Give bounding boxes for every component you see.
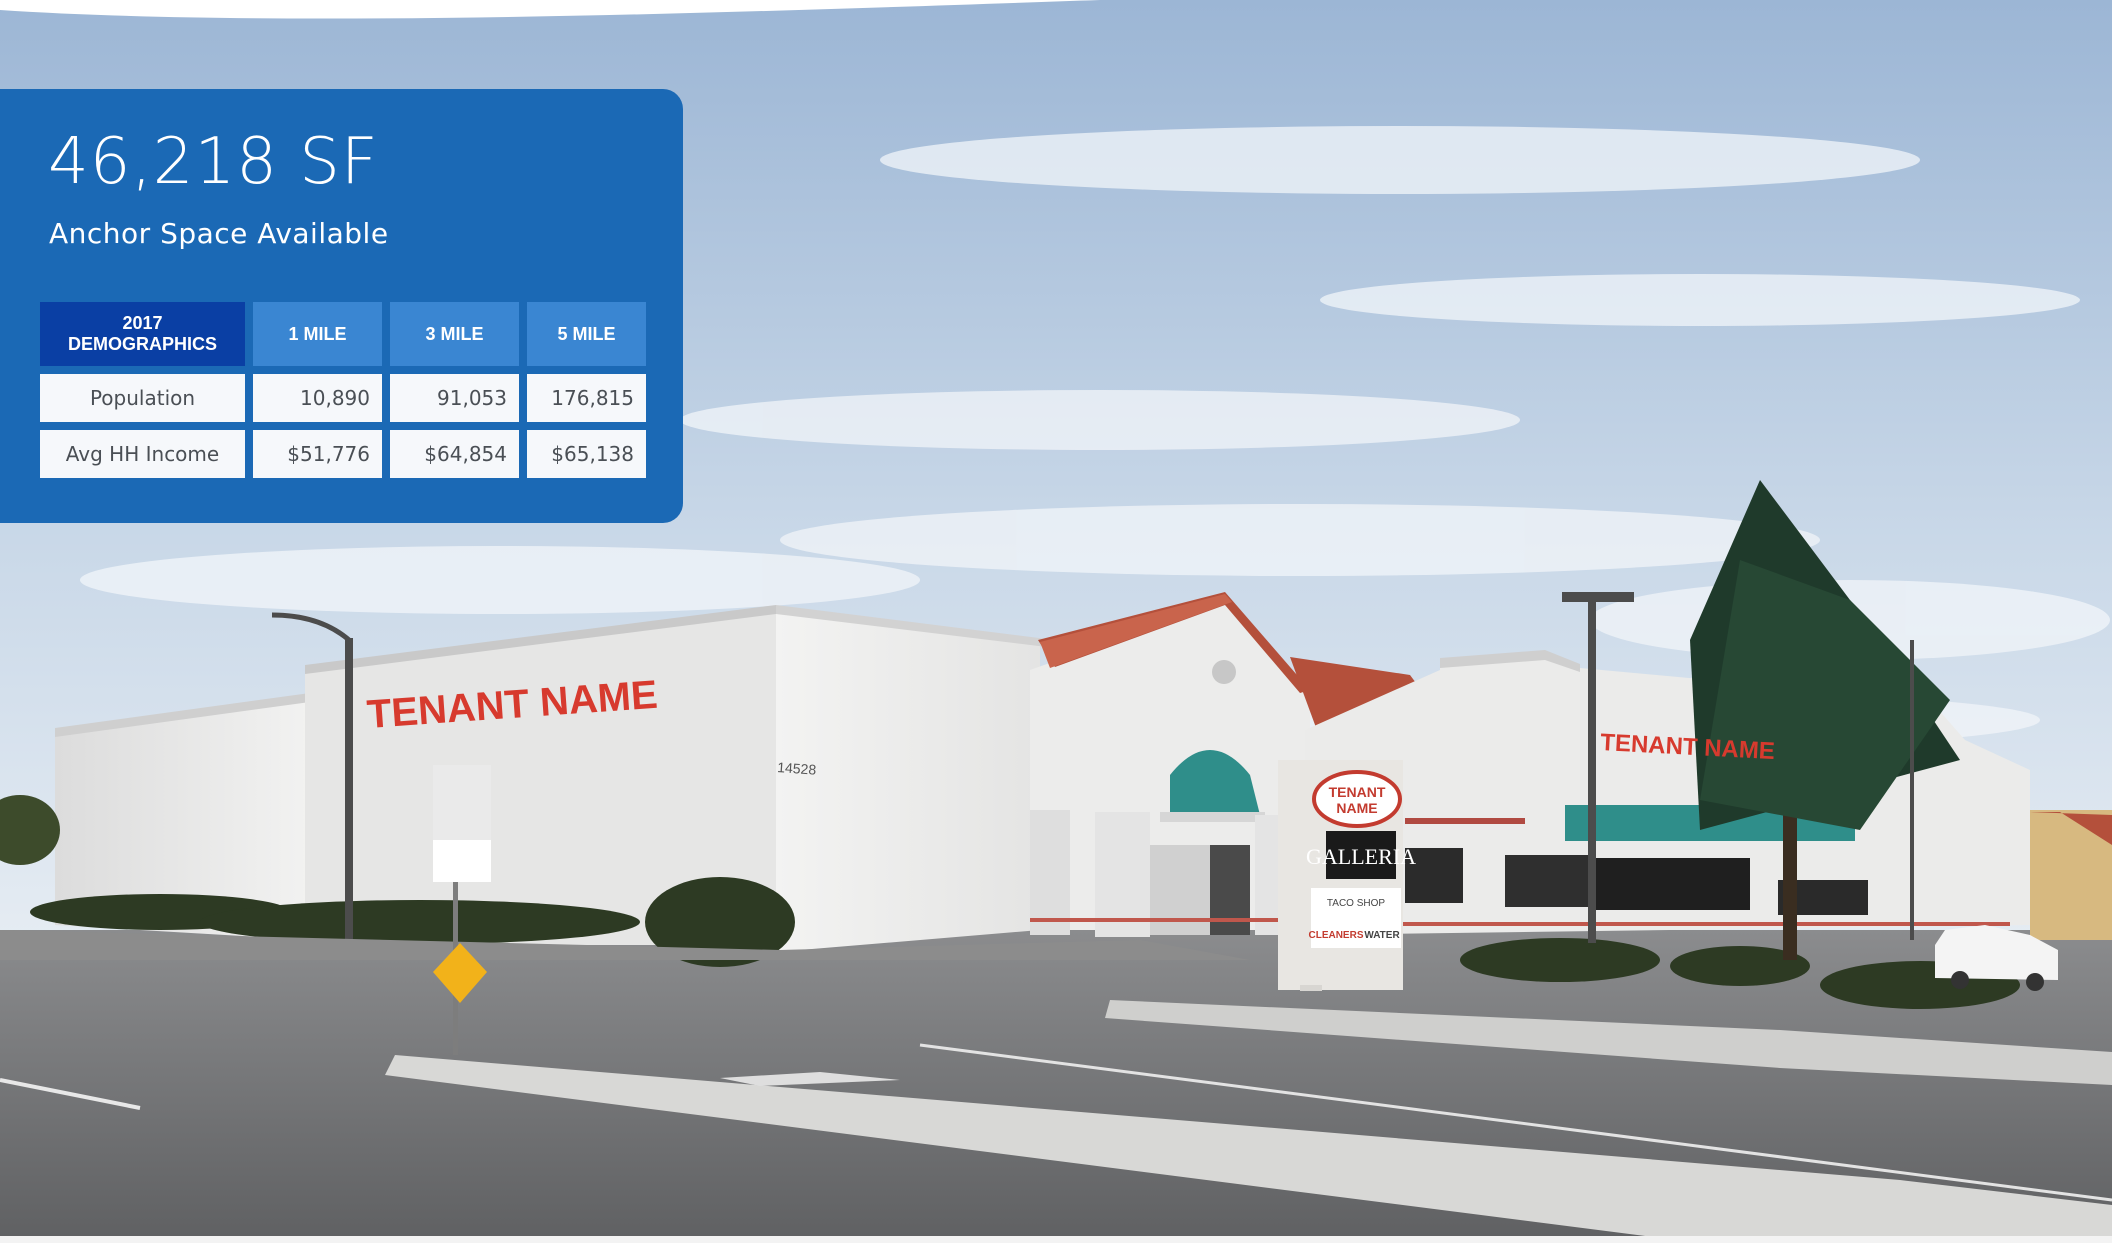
pylon-sign-panel-3: WATER [1364,930,1400,941]
bottom-border [0,1236,2112,1243]
building-side-wall [776,612,1040,952]
income-5-mile: $65,138 [527,430,646,478]
demographics-title: DEMOGRAPHICS [67,334,217,354]
income-3-mile: $64,854 [390,430,519,478]
address-number: 14528 [777,759,817,778]
population-1-mile: 10,890 [253,374,382,422]
flyer-page: TENANT NAME GALLERIA TACO SHOP CLEANERS … [0,0,2112,1243]
demographics-year: 2017 [122,313,163,333]
pylon-sign-center: GALLERIA [1306,844,1416,869]
column-header-5-mile: 5 MILE [527,302,646,366]
column-header-3-mile: 3 MILE [390,302,519,366]
space-availability-subhead: Anchor Space Available [49,217,389,250]
pylon-sign-top-line2: NAME [1336,800,1377,816]
population-3-mile: 91,053 [390,374,519,422]
column-header-1-mile: 1 MILE [253,302,382,366]
table-row-avg-hh-income: Avg HH Income $51,776 $64,854 $65,138 [40,430,646,478]
pylon-sign-panel-2: CLEANERS [1308,930,1363,941]
demographics-corner-header: 2017 DEMOGRAPHICS [40,302,245,366]
demographics-table: 2017 DEMOGRAPHICS 1 MILE 3 MILE 5 MILE P… [32,294,654,486]
pylon-sign: TENANT NAME GALLERIA TACO SHOP CLEANERS … [1278,760,1416,991]
income-1-mile: $51,776 [253,430,382,478]
table-row-population: Population 10,890 91,053 176,815 [40,374,646,422]
space-size-headline: 46,218 SF [48,125,379,199]
row-label-avg-hh-income: Avg HH Income [40,430,245,478]
pylon-sign-top-line1: TENANT [1329,784,1386,800]
row-label-population: Population [40,374,245,422]
population-5-mile: 176,815 [527,374,646,422]
demographics-header-row: 2017 DEMOGRAPHICS 1 MILE 3 MILE 5 MILE [40,302,646,366]
info-panel: 46,218 SF Anchor Space Available 2017 DE… [0,89,683,523]
pylon-sign-panel-1: TACO SHOP [1327,898,1385,909]
